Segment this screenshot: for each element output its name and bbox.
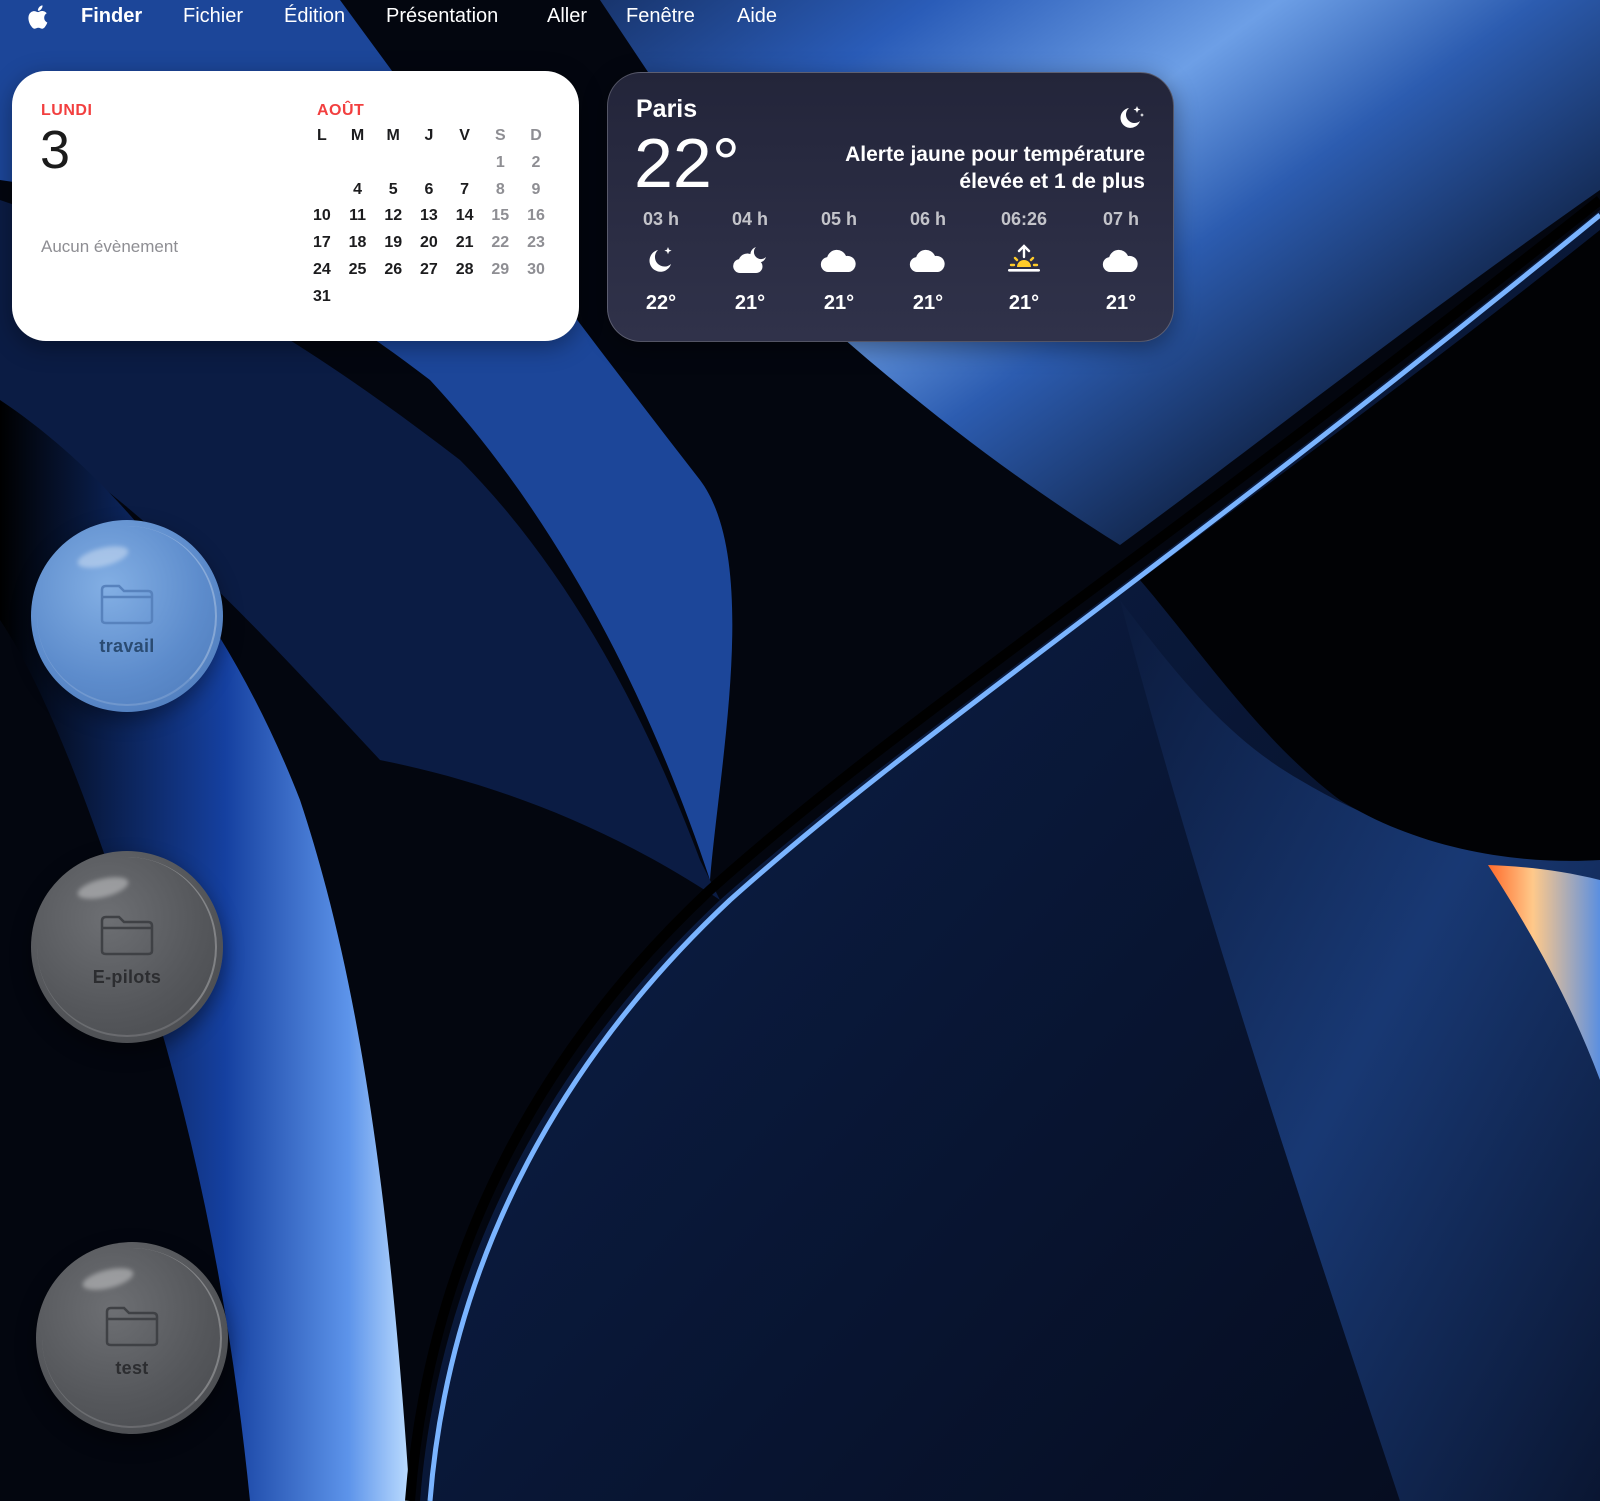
calendar-day[interactable]: 10 xyxy=(304,203,340,230)
weather-current-temp: 22° xyxy=(634,124,740,202)
weather-hour-time: 03 h xyxy=(642,209,680,229)
sunrise-icon xyxy=(989,240,1059,280)
calendar-weekday-header: V xyxy=(459,127,470,144)
weather-hour-column: 04 h 21° xyxy=(715,209,785,315)
weather-hour-time: 06:26 xyxy=(1000,209,1048,229)
calendar-day[interactable]: 30 xyxy=(518,257,554,284)
desktop-folder-travail[interactable]: travail xyxy=(31,520,223,712)
calendar-weekday-header: J xyxy=(424,127,434,144)
menu-fichier[interactable]: Fichier xyxy=(183,5,243,28)
calendar-widget[interactable]: LUNDI 3 Aucun évènement AOÛT LMMJVSD1234… xyxy=(12,71,579,341)
calendar-day[interactable]: 11 xyxy=(340,203,376,230)
weather-hour-time: 05 h xyxy=(820,209,858,229)
weather-hour-temp: 21° xyxy=(912,292,944,314)
weather-hour-column: 05 h 21° xyxy=(804,209,874,315)
calendar-day[interactable]: 6 xyxy=(411,177,447,204)
weather-hour-temp: 21° xyxy=(734,292,766,314)
calendar-empty-cell xyxy=(411,150,447,177)
calendar-empty-cell xyxy=(447,150,483,177)
calendar-day[interactable]: 19 xyxy=(375,230,411,257)
glass-rim xyxy=(42,1248,222,1428)
calendar-weekday-header: S xyxy=(494,127,506,144)
glass-rim xyxy=(37,857,217,1037)
cloud-icon xyxy=(1086,240,1156,280)
calendar-day[interactable]: 31 xyxy=(304,284,340,311)
calendar-day[interactable]: 15 xyxy=(482,203,518,230)
weather-hour-temp: 21° xyxy=(1008,292,1040,314)
calendar-weekday-header: L xyxy=(316,127,327,144)
weather-hour-time: 07 h xyxy=(1102,209,1140,229)
weather-city: Paris xyxy=(636,95,698,123)
calendar-day[interactable]: 14 xyxy=(447,203,483,230)
weather-widget[interactable]: Paris 22° Alerte jaune pour température … xyxy=(607,72,1174,342)
calendar-day[interactable]: 12 xyxy=(375,203,411,230)
calendar-day[interactable]: 20 xyxy=(411,230,447,257)
calendar-day[interactable]: 26 xyxy=(375,257,411,284)
calendar-day[interactable]: 23 xyxy=(518,230,554,257)
calendar-weekday-header: M xyxy=(350,127,365,144)
cloud-icon xyxy=(804,240,874,280)
desktop-folder-e-pilots[interactable]: E-pilots xyxy=(31,851,223,1043)
moon-stars-icon xyxy=(626,240,696,280)
weather-hour-column: 07 h 21° xyxy=(1086,209,1156,315)
menu-app-finder[interactable]: Finder xyxy=(81,5,142,28)
weather-hourly-forecast: 03 h 22° 04 h 21° 05 h 21° 06 h 21° 06:26 21° 07 h… xyxy=(626,209,1156,319)
desktop-folder-test[interactable]: test xyxy=(36,1242,228,1434)
calendar-day-number: 3 xyxy=(40,120,71,180)
weather-hour-temp: 21° xyxy=(1105,292,1137,314)
calendar-month-grid: L M M J V S D 1 2 3 4 5 6 7 8 9 10 11 12 13 14 15 16 17 18 19 20 21… xyxy=(304,123,554,311)
calendar-day[interactable]: 5 xyxy=(375,177,411,204)
calendar-day[interactable]: 13 xyxy=(411,203,447,230)
moon-stars-icon xyxy=(1120,106,1144,128)
calendar-day[interactable]: 25 xyxy=(340,257,376,284)
calendar-day[interactable]: 29 xyxy=(482,257,518,284)
cloud-moon-icon xyxy=(715,240,785,280)
calendar-day[interactable]: 9 xyxy=(518,177,554,204)
apple-logo-icon[interactable] xyxy=(26,4,48,30)
calendar-weekday-header: D xyxy=(530,127,542,144)
weather-hour-temp: 21° xyxy=(823,292,855,314)
weather-hour-temp: 22° xyxy=(645,292,677,314)
weather-hour-time: 06 h xyxy=(909,209,947,229)
calendar-day[interactable]: 28 xyxy=(447,257,483,284)
menu-fenetre[interactable]: Fenêtre xyxy=(626,5,695,28)
weather-hour-column: 03 h 22° xyxy=(626,209,696,315)
weather-hour-time: 04 h xyxy=(731,209,769,229)
calendar-empty-cell xyxy=(340,150,376,177)
menu-presentation[interactable]: Présentation xyxy=(386,5,498,28)
calendar-no-events: Aucun évènement xyxy=(41,237,179,256)
calendar-day[interactable]: 7 xyxy=(447,177,483,204)
calendar-day[interactable]: 22 xyxy=(482,230,518,257)
weather-alert: Alerte jaune pour température élevée et … xyxy=(845,143,1145,193)
menu-aller[interactable]: Aller xyxy=(547,5,587,28)
calendar-month-name: AOÛT xyxy=(317,102,365,119)
calendar-day[interactable]: 2 xyxy=(518,150,554,177)
glass-rim xyxy=(37,526,217,706)
calendar-empty-cell xyxy=(375,150,411,177)
calendar-day[interactable]: 18 xyxy=(340,230,376,257)
cloud-icon xyxy=(893,240,963,280)
menu-edition[interactable]: Édition xyxy=(284,5,345,28)
calendar-day[interactable]: 16 xyxy=(518,203,554,230)
calendar-day[interactable]: 4 xyxy=(340,177,376,204)
calendar-day[interactable]: 24 xyxy=(304,257,340,284)
calendar-day[interactable]: 8 xyxy=(482,177,518,204)
calendar-day[interactable]: 1 xyxy=(482,150,518,177)
calendar-weekday-header: M xyxy=(386,127,400,144)
menu-bar: Finder Fichier Édition Présentation Alle… xyxy=(0,0,1600,34)
calendar-day[interactable]: 27 xyxy=(411,257,447,284)
menu-aide[interactable]: Aide xyxy=(737,5,777,28)
calendar-day[interactable]: 17 xyxy=(304,230,340,257)
calendar-day[interactable]: 21 xyxy=(447,230,483,257)
weather-hour-column: 06:26 21° xyxy=(989,209,1059,315)
calendar-today[interactable]: 3 xyxy=(304,176,340,204)
weather-hour-column: 06 h 21° xyxy=(893,209,963,315)
calendar-empty-cell xyxy=(304,150,340,177)
calendar-day-name: LUNDI xyxy=(41,102,93,119)
